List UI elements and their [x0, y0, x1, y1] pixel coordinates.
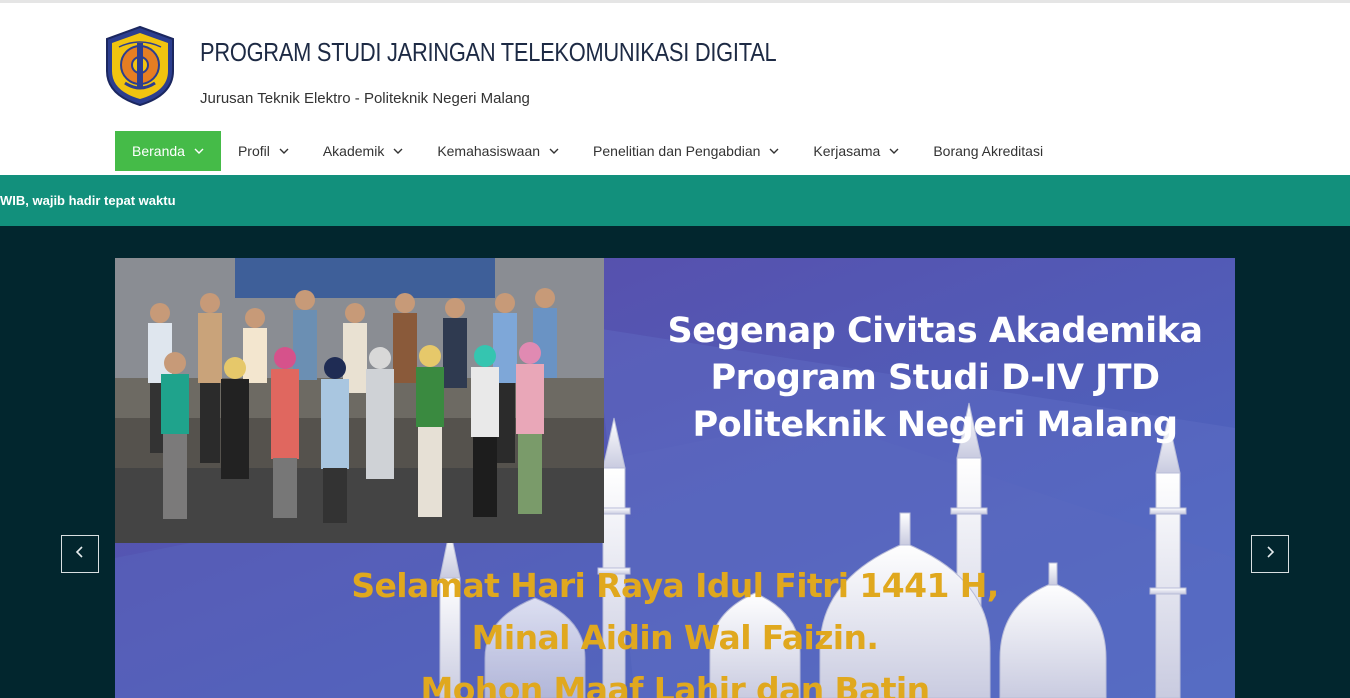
hero-slider: Segenap Civitas Akademika Program Studi … — [0, 226, 1350, 698]
slider-next-button[interactable] — [1251, 535, 1289, 573]
slider-prev-button[interactable] — [61, 535, 99, 573]
nav-item-label: Profil — [237, 143, 270, 159]
chevron-down-icon — [889, 146, 899, 156]
slide-greeting: Selamat Hari Raya Idul Fitri 1441 H, Min… — [275, 560, 1075, 698]
nav-item-akademik[interactable]: Akademik — [306, 131, 420, 171]
chevron-down-icon — [769, 146, 779, 156]
slide-eid-greeting[interactable]: Segenap Civitas Akademika Program Studi … — [115, 258, 1235, 698]
nav-item-penelitian[interactable]: Penelitian dan Pengabdian — [576, 131, 796, 171]
announcement-ticker[interactable]: WIB, wajib hadir tepat waktu — [0, 175, 1350, 226]
nav-item-profil[interactable]: Profil — [221, 131, 306, 171]
greeting-line: Mohon Maaf Lahir dan Batin — [420, 670, 930, 698]
nav-item-label: Kerjasama — [813, 143, 881, 159]
nav-item-label: Beranda — [132, 143, 185, 159]
chevron-left-icon — [75, 545, 85, 563]
headline-line: Segenap Civitas Akademika — [667, 311, 1203, 351]
nav-item-beranda[interactable]: Beranda — [115, 131, 221, 171]
nav-item-label: Kemahasiswaan — [437, 143, 541, 159]
main-nav: Beranda Profil Akademik Kemahasiswaan Pe… — [115, 131, 1060, 171]
nav-item-label: Borang Akreditasi — [933, 143, 1044, 159]
site-subtitle: Jurusan Teknik Elektro - Politeknik Nege… — [200, 90, 530, 107]
chevron-down-icon — [279, 146, 289, 156]
slide-headline: Segenap Civitas Akademika Program Studi … — [615, 308, 1235, 449]
greeting-line: Minal Aidin Wal Faizin. — [471, 618, 879, 657]
chevron-right-icon — [1265, 545, 1275, 563]
nav-item-kemahasiswaan[interactable]: Kemahasiswaan — [420, 131, 576, 171]
chevron-down-icon — [194, 146, 204, 156]
greeting-line: Selamat Hari Raya Idul Fitri 1441 H, — [351, 566, 999, 605]
polinema-logo-icon[interactable] — [99, 25, 181, 107]
chevron-down-icon — [393, 146, 403, 156]
headline-line: Politeknik Negeri Malang — [692, 405, 1178, 445]
nav-item-label: Akademik — [322, 143, 385, 159]
ticker-text: WIB, wajib hadir tepat waktu — [0, 193, 176, 208]
group-photo-image — [115, 258, 604, 543]
site-title[interactable]: PROGRAM STUDI JARINGAN TELEKOMUNIKASI DI… — [200, 37, 777, 68]
site-header: PROGRAM STUDI JARINGAN TELEKOMUNIKASI DI… — [0, 3, 1350, 125]
chevron-down-icon — [549, 146, 559, 156]
nav-item-label: Penelitian dan Pengabdian — [593, 143, 761, 159]
nav-item-borang-akreditasi[interactable]: Borang Akreditasi — [916, 131, 1060, 171]
nav-item-kerjasama[interactable]: Kerjasama — [796, 131, 916, 171]
headline-line: Program Studi D-IV JTD — [710, 358, 1160, 398]
